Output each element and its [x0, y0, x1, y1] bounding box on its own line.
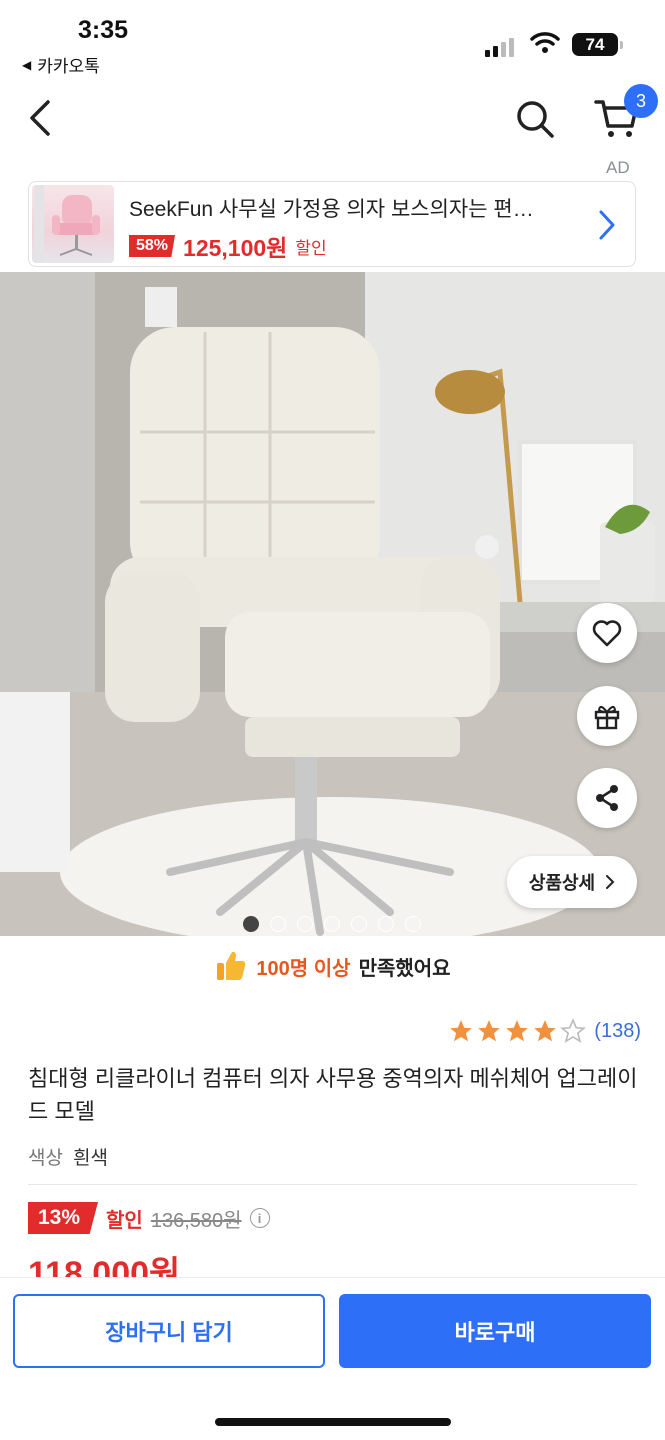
- star-filled-icon: [478, 1020, 501, 1042]
- ad-discount-label: 할인: [295, 238, 327, 258]
- discount-badge: 13%: [28, 1202, 99, 1234]
- ad-label: AD: [606, 158, 630, 177]
- option-label: 색상: [28, 1148, 63, 1169]
- divider: [28, 1184, 637, 1185]
- carousel-dot[interactable]: [405, 916, 421, 932]
- back-app-label: 카카오톡: [37, 57, 100, 76]
- satisfaction-text: 만족했어요: [358, 957, 451, 980]
- discount-label: 할인: [106, 1209, 143, 1232]
- status-time: 3:35: [78, 16, 129, 44]
- back-triangle-icon: ◀: [22, 57, 32, 72]
- info-icon[interactable]: i: [249, 1208, 270, 1228]
- wishlist-button[interactable]: [577, 603, 637, 663]
- ad-thumbnail: [32, 185, 114, 263]
- heart-icon: [592, 620, 622, 647]
- share-icon: [596, 785, 618, 811]
- status-bar: 3:35 ◀ 카카오톡 74: [0, 0, 665, 80]
- star-filled-icon: [450, 1020, 473, 1042]
- final-price: 118,000원: [28, 1255, 181, 1278]
- review-count[interactable]: (138): [594, 1020, 641, 1043]
- wifi-icon: [530, 32, 560, 53]
- product-image[interactable]: [0, 272, 665, 936]
- product-detail-button[interactable]: 상품상세: [507, 856, 637, 908]
- star-filled-icon: [534, 1020, 557, 1042]
- product-title: 침대형 리클라이너 컴퓨터 의자 사무용 중역의자 메쉬체어 업그레이드 모델: [28, 1066, 638, 1124]
- bottom-action-bar: 장바구니 담기 바로구매: [0, 1277, 665, 1440]
- carousel-dot[interactable]: [351, 916, 367, 932]
- buy-now-button[interactable]: 바로구매: [339, 1294, 651, 1368]
- home-indicator: [215, 1418, 451, 1426]
- back-to-app-link[interactable]: ◀ 카카오톡: [22, 52, 100, 77]
- ad-discount-badge: 58%: [129, 235, 176, 257]
- cart-count-badge: 3: [624, 84, 658, 118]
- chevron-right-icon[interactable]: [596, 208, 618, 242]
- ad-price: 125,100원: [183, 235, 288, 261]
- final-price-wrapper: 118,000원: [28, 1254, 180, 1278]
- gift-icon: [594, 706, 620, 730]
- chevron-right-icon: [606, 875, 615, 889]
- carousel-dot[interactable]: [378, 916, 394, 932]
- gift-button[interactable]: [577, 686, 637, 746]
- product-detail-label: 상품상세: [528, 873, 596, 893]
- cellular-signal-icon: [485, 38, 514, 57]
- rating[interactable]: (138): [448, 1018, 641, 1044]
- satisfaction-banner: 100명 이상 만족했어요: [0, 944, 665, 988]
- search-icon[interactable]: [514, 98, 556, 140]
- share-button[interactable]: [577, 768, 637, 828]
- thumbs-up-icon: [217, 951, 246, 980]
- price-row: 13% 할인 136,580원 i: [28, 1202, 270, 1234]
- star-filled-icon: [506, 1020, 529, 1042]
- star-empty-icon: [560, 1018, 587, 1044]
- carousel-indicator: [243, 916, 421, 932]
- product-option: 색상 흰색: [28, 1143, 108, 1170]
- satisfaction-count: 100명 이상: [256, 957, 351, 980]
- carousel-dot[interactable]: [270, 916, 286, 932]
- option-value: 흰색: [72, 1148, 108, 1169]
- ad-price-row: 58% 125,100원 할인: [129, 229, 327, 263]
- ad-title: SeekFun 사무실 가정용 의자 보스의자는 편…: [129, 198, 534, 221]
- top-nav: [0, 88, 665, 152]
- carousel-dot[interactable]: [243, 916, 259, 932]
- original-price: 136,580원: [150, 1209, 242, 1232]
- battery-indicator: 74: [572, 33, 623, 56]
- carousel-dot[interactable]: [324, 916, 340, 932]
- carousel-dot[interactable]: [297, 916, 313, 932]
- add-to-cart-button[interactable]: 장바구니 담기: [13, 1294, 325, 1368]
- ad-banner[interactable]: SeekFun 사무실 가정용 의자 보스의자는 편… 58% 125,100원…: [28, 181, 636, 267]
- back-arrow-icon[interactable]: [22, 98, 58, 138]
